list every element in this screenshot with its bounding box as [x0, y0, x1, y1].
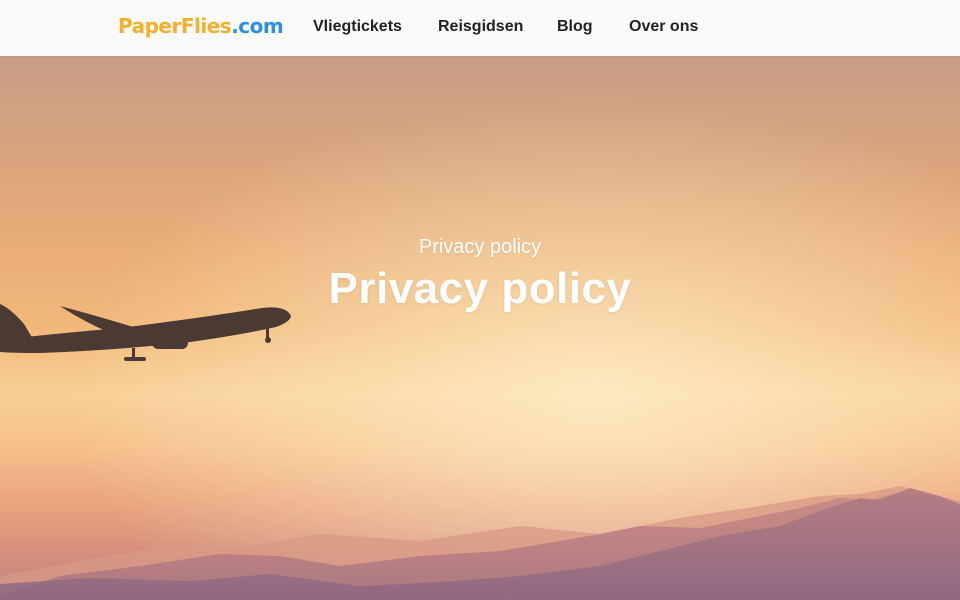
nav-item-reisgidsen[interactable]: Reisgidsen — [438, 18, 523, 36]
nav-item-over-ons[interactable]: Over ons — [629, 18, 698, 36]
site-logo[interactable]: PaperFlies.com — [118, 12, 284, 40]
logo-text-main: PaperFlies — [118, 14, 232, 38]
nav-item-vliegtickets[interactable]: Vliegtickets — [313, 18, 402, 36]
hero-eyebrow: Privacy policy — [418, 236, 542, 258]
site-header: PaperFlies.com Vliegtickets Reisgidsen B… — [0, 0, 960, 56]
logo-text-domain: .com — [231, 14, 284, 38]
hero-background-image — [0, 56, 960, 600]
nav-item-blog[interactable]: Blog — [557, 18, 593, 36]
page-title: Privacy policy — [328, 264, 632, 313]
hero-banner: Privacy policy Privacy policy — [0, 56, 960, 600]
